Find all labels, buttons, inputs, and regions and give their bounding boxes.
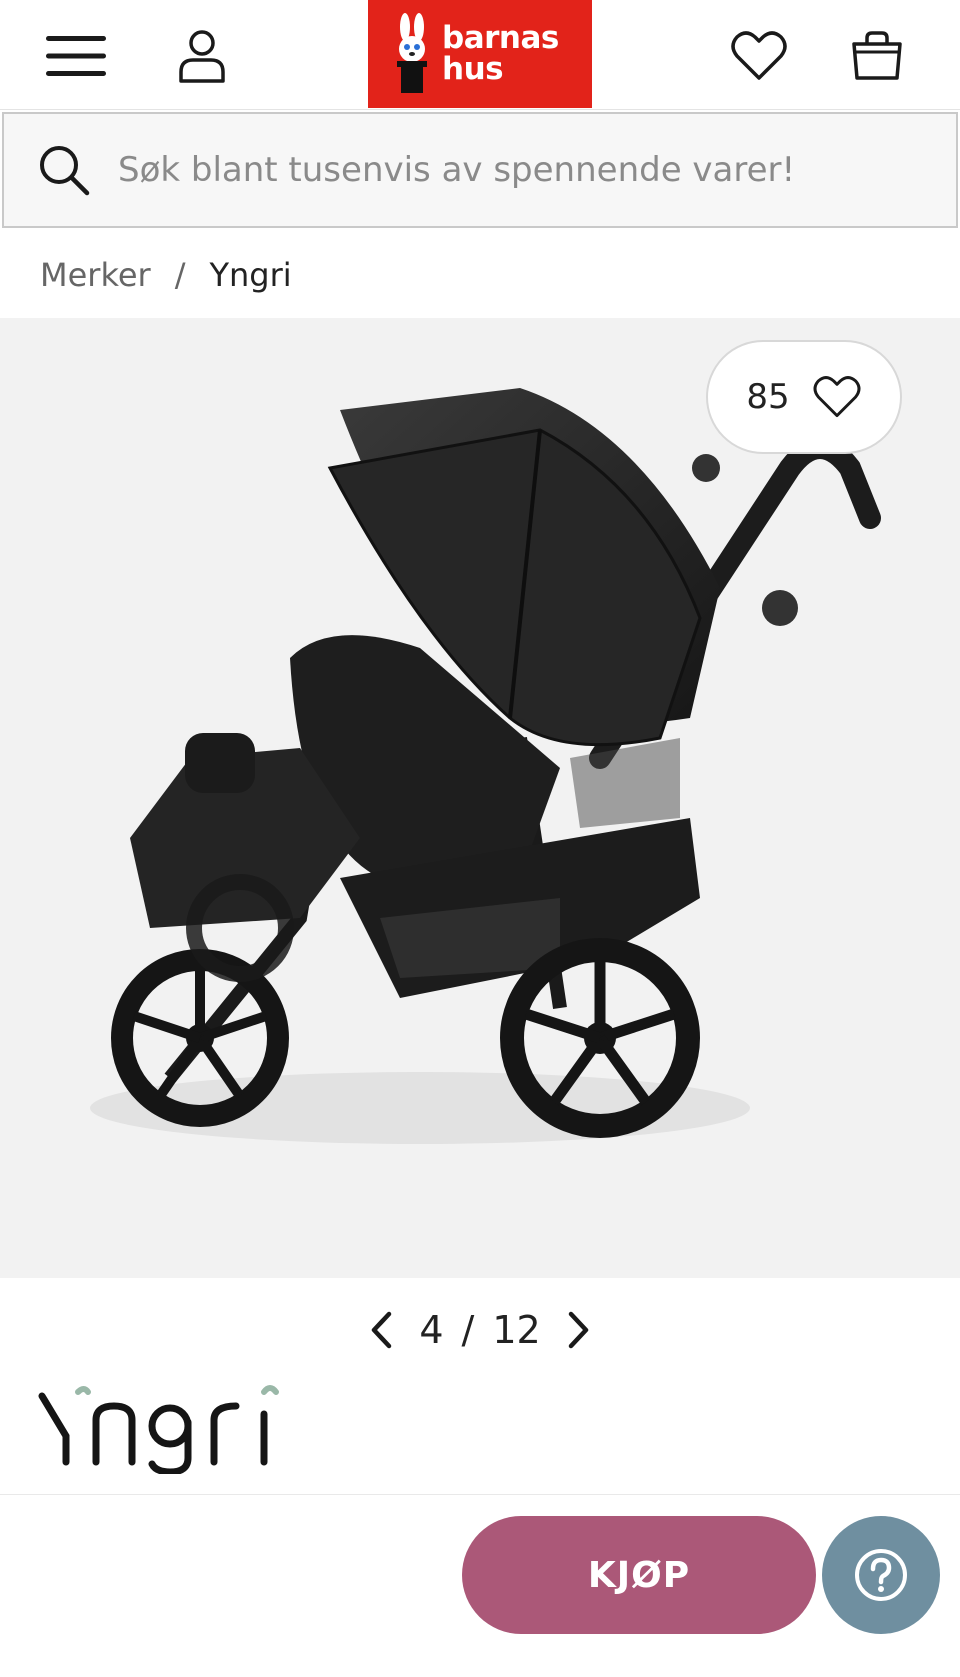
pager-separator: / (461, 1308, 475, 1352)
stroller-illustration (90, 388, 881, 1144)
image-pager: 4 / 12 (0, 1298, 960, 1362)
menu-button[interactable] (34, 14, 118, 98)
help-button[interactable] (822, 1516, 940, 1634)
next-image-button[interactable] (559, 1302, 599, 1358)
heart-icon (731, 31, 787, 80)
logo-line-2: hus (442, 51, 504, 87)
hamburger-menu-icon (46, 36, 106, 76)
search-icon[interactable] (34, 140, 94, 200)
logo-line-1: barnas (442, 20, 559, 56)
previous-image-button[interactable] (361, 1302, 401, 1358)
breadcrumb-yngri[interactable]: Yngri (209, 256, 291, 294)
like-button[interactable]: 85 (706, 340, 902, 454)
barnas-hus-logo[interactable]: barnas hus (368, 0, 592, 108)
product-image[interactable] (0, 318, 960, 1278)
account-button[interactable] (160, 14, 244, 98)
section-divider (0, 1494, 960, 1495)
question-mark-icon (855, 1549, 907, 1601)
yngri-wordmark (38, 1385, 279, 1476)
breadcrumb-separator: / (174, 256, 186, 294)
breadcrumb-merker[interactable]: Merker (40, 256, 151, 294)
heart-outline-icon (813, 376, 861, 418)
rabbit-in-hat-icon (397, 13, 427, 93)
buy-button[interactable]: KJØP (462, 1516, 816, 1634)
total-images: 12 (492, 1308, 541, 1352)
like-count: 85 (746, 377, 790, 417)
breadcrumb: Merker / Yngri (40, 256, 292, 294)
current-image-number: 4 (419, 1308, 444, 1352)
logo-wordmark: barnas hus (442, 23, 559, 85)
wishlist-button[interactable] (717, 14, 801, 98)
chevron-right-icon (568, 1311, 588, 1349)
yngri-brand-logo[interactable] (38, 1378, 308, 1478)
site-header: barnas hus (0, 0, 960, 110)
cart-button[interactable] (835, 14, 919, 98)
user-icon (179, 30, 225, 83)
search-bar[interactable] (2, 112, 958, 228)
search-input[interactable] (118, 150, 938, 190)
shopping-bag-icon (852, 31, 902, 80)
chevron-left-icon (372, 1311, 392, 1349)
